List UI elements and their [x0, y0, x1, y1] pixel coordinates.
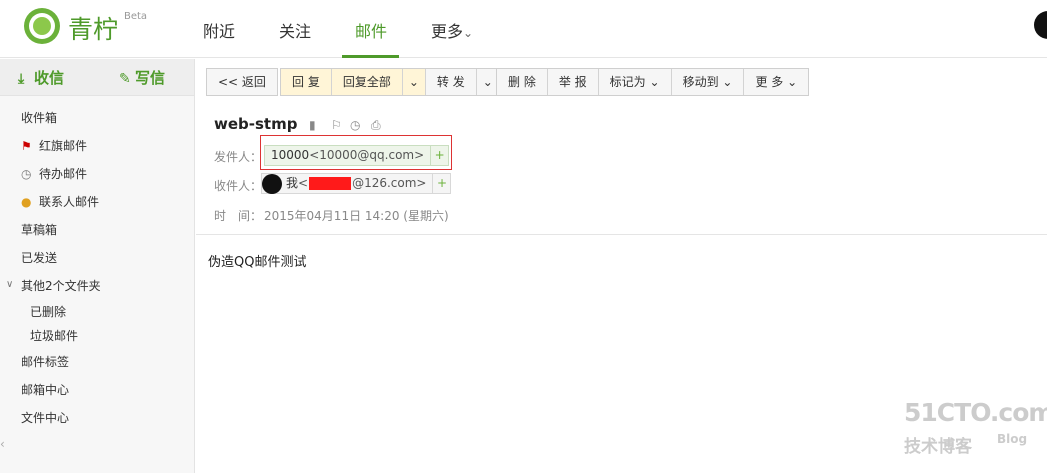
toolbar-back-group: << 返回: [206, 68, 278, 96]
chevron-down-icon: ⌄: [722, 75, 733, 89]
compose-button[interactable]: ✎ 写信: [119, 67, 165, 88]
header-divider: [196, 234, 1047, 235]
person-icon: ●: [21, 195, 32, 209]
sidebar-item-label: 待办邮件: [39, 167, 88, 181]
recipient-address-suffix: @126.com>: [352, 176, 427, 190]
sidebar-item-sent[interactable]: 已发送: [21, 249, 57, 266]
move-to-button[interactable]: 移动到 ⌄: [672, 69, 745, 95]
sidebar-item-other-folders[interactable]: 其他2个文件夹: [21, 277, 101, 294]
user-avatar[interactable]: [1034, 11, 1047, 39]
mail-time: 2015年04月11日 14:20 (星期六): [264, 209, 449, 223]
toolbar-actions-group: 删 除 举 报 标记为 ⌄ 移动到 ⌄ 更 多 ⌄: [496, 68, 810, 96]
recipient-address-prefix: <: [298, 176, 309, 190]
watermark-blog-cn: 技术博客: [904, 437, 972, 457]
sidebar: ⤓ 收信 ✎ 写信 收件箱 ⚑ 红旗邮件 ◷ 待办邮件 ● 联系人邮件 草稿箱 已发送 ∨…: [0, 59, 195, 473]
add-contact-icon[interactable]: +: [432, 174, 450, 193]
chevron-down-icon[interactable]: ∨: [6, 279, 13, 290]
toolbar-reply-group: 回 复 回复全部 ⌄ 转 发 ⌄: [280, 68, 500, 96]
compose-label: 写信: [135, 69, 166, 87]
sidebar-item-contacts[interactable]: ● 联系人邮件: [21, 193, 99, 210]
edit-icon: ✎: [119, 71, 131, 87]
mail-subject: web-stmp: [214, 115, 298, 133]
highlight-frame: [260, 135, 452, 170]
sidebar-item-center[interactable]: 邮箱中心: [21, 381, 69, 398]
sidebar-item-flagged[interactable]: ⚑ 红旗邮件: [21, 137, 87, 154]
reply-dropdown-button[interactable]: ⌄: [402, 69, 426, 95]
sidebar-actions: ⤓ 收信 ✎ 写信: [0, 59, 194, 96]
sidebar-item-drafts[interactable]: 草稿箱: [21, 221, 57, 238]
active-tab-indicator: [342, 55, 399, 58]
chevron-down-icon: ⌄: [463, 26, 474, 40]
receive-label: 收信: [34, 69, 65, 87]
beta-badge: Beta: [124, 11, 148, 22]
reply-all-button[interactable]: 回复全部: [331, 69, 403, 95]
sidebar-item-inbox[interactable]: 收件箱: [21, 109, 57, 126]
delete-button[interactable]: 删 除: [497, 69, 548, 95]
recipient-avatar: [262, 173, 282, 194]
receive-button[interactable]: ⤓ 收信: [18, 67, 64, 88]
sidebar-item-files[interactable]: 文件中心: [21, 409, 69, 426]
to-label: 收件人：: [214, 179, 263, 193]
more-button[interactable]: 更 多 ⌄: [744, 69, 808, 95]
reply-button[interactable]: 回 复: [281, 69, 332, 95]
chevron-down-icon: ⌄: [649, 75, 660, 89]
clock-icon: ◷: [21, 167, 32, 181]
redaction-mark: [309, 177, 352, 190]
sidebar-item-label: 联系人邮件: [39, 195, 100, 209]
mark-as-button[interactable]: 标记为 ⌄: [599, 69, 672, 95]
time-label: 时 间：: [214, 209, 263, 223]
recipient-chip[interactable]: 我 < @126.com> +: [261, 173, 452, 194]
collapse-arrow-icon[interactable]: ‹: [0, 437, 5, 451]
sidebar-item-tags[interactable]: 邮件标签: [21, 353, 69, 370]
top-nav: 青柠 Beta 附近 关注 邮件 更多⌄: [0, 0, 1047, 58]
download-icon: ⤓: [18, 71, 25, 87]
nav-mail[interactable]: 邮件: [355, 18, 387, 42]
nav-more-label: 更多: [431, 22, 464, 41]
clock-icon[interactable]: ◷: [350, 118, 360, 132]
nav-more[interactable]: 更多⌄: [431, 18, 473, 42]
report-button[interactable]: 举 报: [548, 69, 599, 95]
more-label: 更 多: [755, 75, 784, 89]
brand-name: 青柠: [68, 15, 119, 44]
move-to-label: 移动到: [682, 75, 719, 89]
lime-logo-icon: [24, 8, 60, 44]
nav-nearby[interactable]: 附近: [203, 18, 235, 42]
watermark-site: 51CTO.com: [904, 398, 1047, 427]
brand-logo[interactable]: 青柠 Beta: [24, 8, 154, 48]
print-icon[interactable]: ⎙: [371, 118, 381, 133]
chevron-down-icon: ⌄: [787, 75, 798, 89]
recipient-name: 我: [286, 176, 299, 190]
sidebar-item-spam[interactable]: 垃圾邮件: [30, 327, 78, 344]
sidebar-item-deleted[interactable]: 已删除: [30, 303, 66, 320]
bookmark-icon[interactable]: ▮: [309, 118, 316, 132]
red-flag-icon: ⚑: [21, 139, 32, 153]
flag-icon[interactable]: ⚐: [331, 118, 342, 132]
from-label: 发件人：: [214, 150, 263, 164]
sidebar-item-todo[interactable]: ◷ 待办邮件: [21, 165, 87, 182]
mail-body: 伪造QQ邮件测试: [208, 255, 307, 270]
back-button[interactable]: << 返回: [207, 69, 277, 95]
watermark-blog: Blog: [997, 432, 1028, 446]
sidebar-item-label: 红旗邮件: [39, 139, 88, 153]
mark-as-label: 标记为: [609, 75, 646, 89]
nav-follow[interactable]: 关注: [279, 18, 311, 42]
forward-button[interactable]: 转 发: [426, 69, 477, 95]
